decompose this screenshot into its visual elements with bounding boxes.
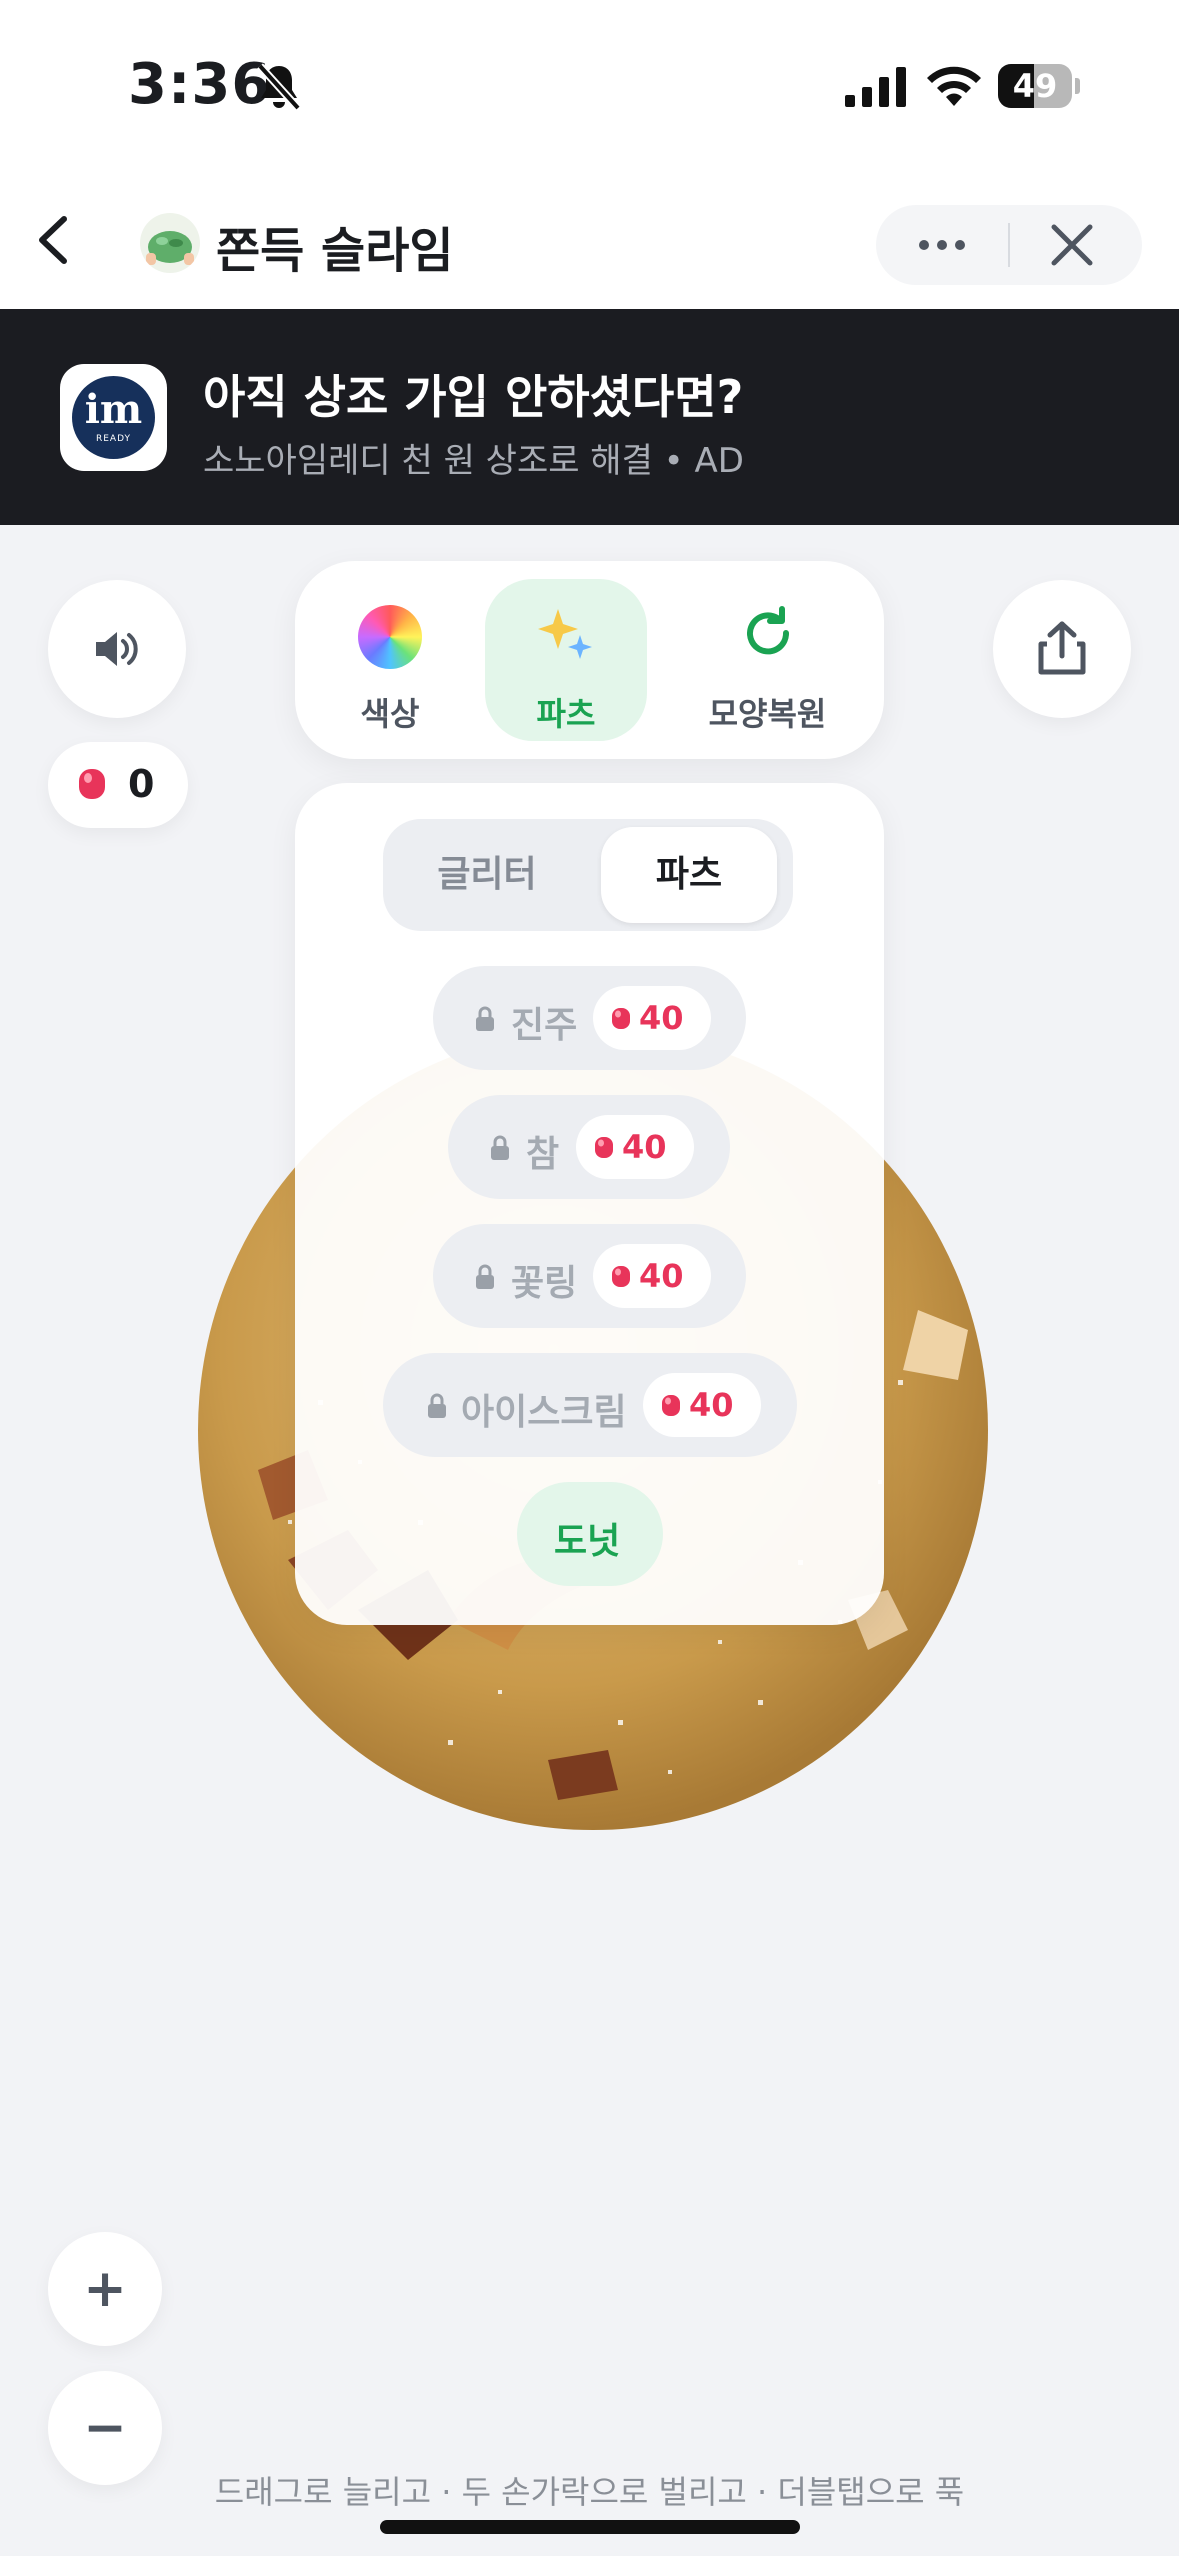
nav-actions: [876, 205, 1142, 285]
gem-counter[interactable]: 0: [48, 742, 188, 828]
refresh-icon: [746, 606, 789, 655]
ad-title: 아직 상조 가입 안하셨다면?: [203, 370, 744, 424]
bell-slash-icon: [257, 63, 301, 111]
ad-subtitle: 소노아임레디 천 원 상조로 해결 • AD: [203, 441, 744, 481]
ad-banner[interactable]: im READY 아직 상조 가입 안하셨다면? 소노아임레디 천 원 상조로 …: [0, 309, 1179, 525]
part-item-ice-cream[interactable]: 아이스크림 40: [383, 1353, 797, 1457]
page-title: 쫀득 슬라임: [216, 223, 454, 279]
gem-icon: [612, 1266, 630, 1287]
wifi-icon: [927, 66, 981, 106]
category-segmented-control: 글리터 파츠: [383, 819, 793, 931]
part-item-donut[interactable]: 도넛: [517, 1482, 663, 1586]
speaker-icon: [96, 632, 138, 666]
ad-logo-subtext: READY: [95, 434, 132, 444]
zoom-in-button[interactable]: +: [48, 2232, 162, 2346]
part-name: 아이스크림: [461, 1392, 627, 1433]
more-icon: [919, 240, 929, 250]
gem-count: 0: [128, 762, 155, 806]
price-value: 40: [622, 1128, 667, 1166]
sound-button[interactable]: [48, 580, 186, 718]
price-badge: 40: [593, 1244, 711, 1308]
lock-icon: [476, 1264, 494, 1289]
part-item-pearl[interactable]: 진주 40: [433, 966, 746, 1070]
battery-level: 49: [1012, 67, 1058, 105]
share-button[interactable]: [993, 580, 1131, 718]
color-wheel-icon: [358, 605, 422, 669]
tab-parts[interactable]: 파츠: [601, 827, 777, 923]
close-icon[interactable]: [1046, 219, 1098, 271]
ad-logo: im READY: [60, 364, 167, 471]
tool-reset[interactable]: 모양복원: [685, 579, 850, 741]
gem-icon: [79, 769, 105, 799]
price-value: 40: [639, 999, 684, 1037]
gem-icon: [662, 1395, 680, 1416]
part-name: 도넛: [554, 1521, 621, 1562]
status-time: 3:36: [128, 52, 272, 117]
status-bar: 3:36 49: [0, 0, 1179, 175]
back-icon[interactable]: [20, 205, 90, 275]
gem-icon: [595, 1137, 613, 1158]
part-item-charm[interactable]: 참 40: [448, 1095, 730, 1199]
tool-reset-label: 모양복원: [708, 695, 827, 733]
price-value: 40: [689, 1386, 734, 1424]
tool-parts[interactable]: 파츠: [485, 579, 647, 741]
battery-indicator: 49: [998, 64, 1080, 108]
lock-icon: [428, 1393, 446, 1418]
signal-icon: [845, 67, 906, 107]
zoom-in-label: +: [83, 2259, 127, 2319]
app-logo: [140, 213, 200, 273]
tool-color-label: 색상: [360, 695, 420, 733]
part-name: 진주: [511, 1005, 578, 1046]
ad-logo-text: im: [84, 386, 143, 433]
tool-toolbar: 색상 파츠 모양복원: [295, 561, 884, 759]
nav-divider: [1008, 223, 1010, 267]
nav-bar: 쫀득 슬라임: [0, 175, 1179, 309]
parts-panel: 글리터 파츠 진주 40 참 40 꽃링 40 아이스크림 40 도넛: [295, 783, 884, 1625]
price-value: 40: [639, 1257, 684, 1295]
part-item-flower-ring[interactable]: 꽃링 40: [433, 1224, 746, 1328]
more-button[interactable]: [876, 205, 1008, 285]
lock-icon: [476, 1006, 494, 1031]
sparkle-icon: [538, 609, 592, 659]
share-icon: [1038, 621, 1086, 675]
part-name: 꽃링: [511, 1263, 578, 1304]
price-badge: 40: [593, 986, 711, 1050]
tab-glitter[interactable]: 글리터: [391, 827, 583, 923]
price-badge: 40: [576, 1115, 694, 1179]
home-indicator[interactable]: [380, 2520, 800, 2534]
gem-icon: [612, 1008, 630, 1029]
tool-color[interactable]: 색상: [335, 579, 445, 741]
price-badge: 40: [643, 1373, 761, 1437]
gesture-hint: 드래그로 늘리고 · 두 손가락으로 벌리고 · 더블탭으로 푹: [214, 2473, 965, 2511]
lock-icon: [491, 1135, 509, 1160]
part-name: 참: [526, 1134, 560, 1175]
tool-parts-label: 파츠: [536, 695, 596, 733]
